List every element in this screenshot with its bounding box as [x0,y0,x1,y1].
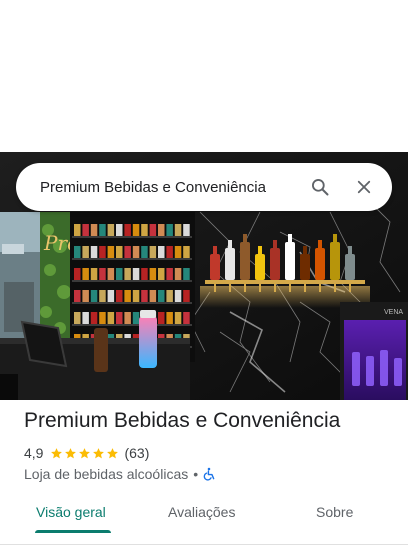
review-count[interactable]: (63) [124,445,149,461]
wheelchair-icon[interactable] [202,467,216,481]
tab-reviews[interactable]: Avaliações [168,504,235,520]
rating-value: 4,9 [24,445,44,461]
tab-bar: Visão geral Avaliações Sobre [0,492,408,545]
search-button[interactable] [298,163,342,211]
star-icon [93,447,105,458]
category-row: Loja de bebidas alcoólicas • [24,465,216,483]
close-icon [357,180,371,194]
blank-header-area [0,0,408,152]
star-icon [107,447,119,458]
star-icon [65,447,77,458]
rating-row[interactable]: 4,9 (63) [24,444,149,462]
place-title: Premium Bebidas e Conveniência [24,409,341,432]
star-icon [51,447,63,458]
tab-about[interactable]: Sobre [316,504,353,520]
separator: • [193,466,199,482]
place-category: Loja de bebidas alcoólicas [24,466,189,482]
search-query[interactable]: Premium Bebidas e Conveniência [40,179,298,196]
star-icon [79,447,91,458]
star-rating [50,447,120,460]
fridge-label: VENA [384,309,403,316]
tab-overview[interactable]: Visão geral [36,504,106,520]
active-tab-indicator [35,530,111,533]
search-bar[interactable]: Premium Bebidas e Conveniência [16,163,392,211]
close-button[interactable] [342,163,386,211]
search-icon [312,179,329,196]
